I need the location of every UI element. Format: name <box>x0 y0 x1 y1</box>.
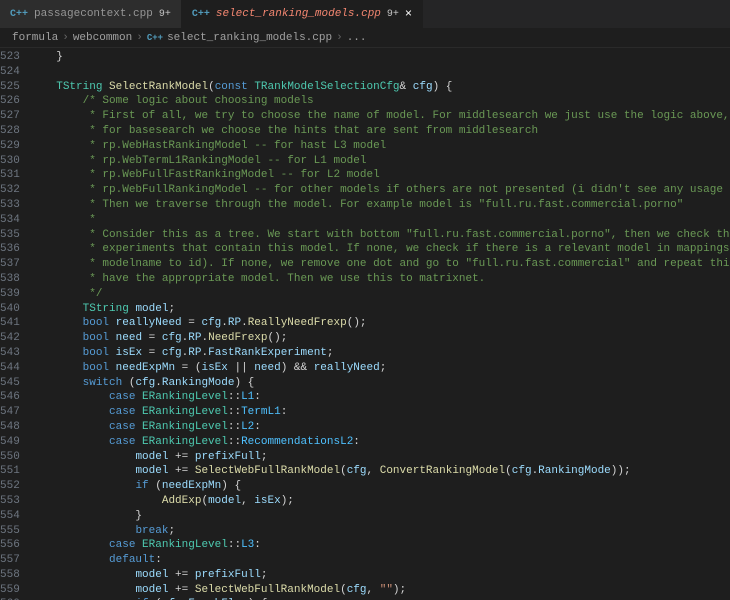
code-line[interactable]: model += prefixFull; <box>30 450 730 465</box>
line-number: 528 <box>0 124 20 139</box>
line-number: 556 <box>0 538 20 553</box>
line-number: 551 <box>0 464 20 479</box>
tab-passagecontext[interactable]: C++ passagecontext.cpp 9+ <box>0 0 182 28</box>
tab-label: select_ranking_models.cpp <box>216 8 381 20</box>
cpp-icon: C++ <box>10 9 28 20</box>
breadcrumb-part[interactable]: formula <box>12 32 58 44</box>
line-number: 543 <box>0 346 20 361</box>
line-number: 546 <box>0 390 20 405</box>
code-line[interactable]: case ERankingLevel::L3: <box>30 538 730 553</box>
code-line[interactable] <box>30 65 730 80</box>
cpp-icon: C++ <box>192 9 210 20</box>
line-number: 530 <box>0 154 20 169</box>
code-line[interactable]: model += SelectWebFullRankModel(cfg, "")… <box>30 583 730 598</box>
close-icon[interactable]: × <box>405 7 412 21</box>
code-area[interactable]: } TString SelectRankModel(const TRankMod… <box>30 48 730 600</box>
line-number: 552 <box>0 479 20 494</box>
breadcrumb: formula › webcommon › C++ select_ranking… <box>0 28 730 48</box>
code-line[interactable]: * modelname to id). If none, we remove o… <box>30 257 730 272</box>
code-line[interactable]: break; <box>30 524 730 539</box>
tab-bar: C++ passagecontext.cpp 9+ C++ select_ran… <box>0 0 730 28</box>
code-line[interactable]: if (needExpMn) { <box>30 479 730 494</box>
code-line[interactable]: } <box>30 509 730 524</box>
cpp-icon: C++ <box>147 33 163 43</box>
line-number: 557 <box>0 553 20 568</box>
code-line[interactable]: switch (cfg.RankingMode) { <box>30 376 730 391</box>
line-number: 550 <box>0 450 20 465</box>
line-number: 523 <box>0 50 20 65</box>
modified-badge: 9+ <box>159 9 171 20</box>
code-line[interactable]: /* Some logic about choosing models <box>30 94 730 109</box>
code-line[interactable]: case ERankingLevel::TermL1: <box>30 405 730 420</box>
chevron-right-icon: › <box>62 32 69 44</box>
line-number: 535 <box>0 228 20 243</box>
line-number: 545 <box>0 376 20 391</box>
code-line[interactable]: * experiments that contain this model. I… <box>30 242 730 257</box>
code-line[interactable]: default: <box>30 553 730 568</box>
code-line[interactable]: model += prefixFull; <box>30 568 730 583</box>
code-line[interactable]: TString model; <box>30 302 730 317</box>
line-number-gutter: 5235245255265275285295305315325335345355… <box>0 48 30 600</box>
line-number: 553 <box>0 494 20 509</box>
breadcrumb-part[interactable]: ... <box>347 32 367 44</box>
code-line[interactable]: bool isEx = cfg.RP.FastRankExperiment; <box>30 346 730 361</box>
editor[interactable]: 5235245255265275285295305315325335345355… <box>0 48 730 600</box>
code-line[interactable]: * Consider this as a tree. We start with… <box>30 228 730 243</box>
tab-select-ranking-models[interactable]: C++ select_ranking_models.cpp 9+ × <box>182 0 423 28</box>
code-line[interactable]: * <box>30 213 730 228</box>
chevron-right-icon: › <box>136 32 143 44</box>
line-number: 548 <box>0 420 20 435</box>
line-number: 544 <box>0 361 20 376</box>
code-line[interactable]: AddExp(model, isEx); <box>30 494 730 509</box>
line-number: 529 <box>0 139 20 154</box>
chevron-right-icon: › <box>336 32 343 44</box>
code-line[interactable]: * Then we traverse through the model. Fo… <box>30 198 730 213</box>
line-number: 527 <box>0 109 20 124</box>
code-line[interactable]: case ERankingLevel::L1: <box>30 390 730 405</box>
line-number: 558 <box>0 568 20 583</box>
code-line[interactable]: * have the appropriate model. Then we us… <box>30 272 730 287</box>
code-line[interactable]: bool reallyNeed = cfg.RP.ReallyNeedFrexp… <box>30 316 730 331</box>
code-line[interactable]: * First of all, we try to choose the nam… <box>30 109 730 124</box>
code-line[interactable]: * rp.WebFullFastRankingModel -- for L2 m… <box>30 168 730 183</box>
code-line[interactable]: * for basesearch we choose the hints tha… <box>30 124 730 139</box>
line-number: 547 <box>0 405 20 420</box>
line-number: 555 <box>0 524 20 539</box>
modified-badge: 9+ <box>387 9 399 20</box>
line-number: 538 <box>0 272 20 287</box>
code-line[interactable]: bool needExpMn = (isEx || need) && reall… <box>30 361 730 376</box>
line-number: 526 <box>0 94 20 109</box>
line-number: 540 <box>0 302 20 317</box>
code-line[interactable]: case ERankingLevel::L2: <box>30 420 730 435</box>
code-line[interactable]: TString SelectRankModel(const TRankModel… <box>30 80 730 95</box>
line-number: 549 <box>0 435 20 450</box>
code-line[interactable]: * rp.WebFullRankingModel -- for other mo… <box>30 183 730 198</box>
line-number: 524 <box>0 65 20 80</box>
line-number: 533 <box>0 198 20 213</box>
line-number: 537 <box>0 257 20 272</box>
line-number: 559 <box>0 583 20 598</box>
line-number: 554 <box>0 509 20 524</box>
tab-label: passagecontext.cpp <box>34 8 153 20</box>
line-number: 525 <box>0 80 20 95</box>
code-line[interactable]: */ <box>30 287 730 302</box>
code-line[interactable]: model += SelectWebFullRankModel(cfg, Con… <box>30 464 730 479</box>
code-line[interactable]: * rp.WebHastRankingModel -- for hast L3 … <box>30 139 730 154</box>
code-line[interactable]: } <box>30 50 730 65</box>
line-number: 541 <box>0 316 20 331</box>
line-number: 542 <box>0 331 20 346</box>
line-number: 539 <box>0 287 20 302</box>
breadcrumb-part[interactable]: webcommon <box>73 32 132 44</box>
line-number: 534 <box>0 213 20 228</box>
code-line[interactable]: bool need = cfg.RP.NeedFrexp(); <box>30 331 730 346</box>
code-line[interactable]: case ERankingLevel::RecommendationsL2: <box>30 435 730 450</box>
line-number: 531 <box>0 168 20 183</box>
breadcrumb-part[interactable]: select_ranking_models.cpp <box>167 32 332 44</box>
line-number: 532 <box>0 183 20 198</box>
line-number: 536 <box>0 242 20 257</box>
code-line[interactable]: * rp.WebTermL1RankingModel -- for L1 mod… <box>30 154 730 169</box>
